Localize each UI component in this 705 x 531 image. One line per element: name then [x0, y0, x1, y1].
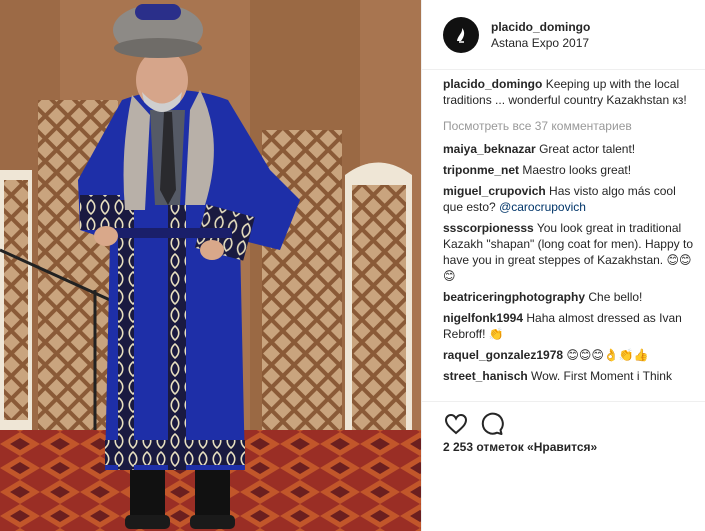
comment-item: street_hanisch Wow. First Moment i Think	[443, 368, 699, 384]
comment-emoji: 👏	[488, 327, 504, 341]
comment-username[interactable]: miguel_crupovich	[443, 184, 546, 198]
comment-text: Great actor talent!	[539, 142, 636, 156]
comment-item: triponme_net Maestro looks great!	[443, 162, 699, 178]
comment-username[interactable]: nigelfonk1994	[443, 311, 523, 325]
comment-text: Che bello!	[588, 290, 643, 304]
likes-count[interactable]: 2 253 отметок «Нравится»	[443, 440, 597, 454]
comment-item: miguel_crupovich Has visto algo más cool…	[443, 183, 699, 215]
comment-username[interactable]: street_hanisch	[443, 369, 528, 383]
comment-text: Maestro looks great!	[522, 163, 632, 177]
comment-item: nigelfonk1994 Haha almost dressed as Iva…	[443, 310, 699, 342]
comment-mention[interactable]: @carocrupovich	[499, 200, 586, 214]
comment-text: Wow. First Moment i Think	[531, 369, 672, 383]
comment-item: maiya_beknazar Great actor talent!	[443, 141, 699, 157]
comment-item: ssscorpionesss You look great in traditi…	[443, 220, 699, 284]
comment-username[interactable]: ssscorpionesss	[443, 221, 534, 235]
comment-item: beatriceringphotography Che bello!	[443, 289, 699, 305]
post-username[interactable]: placido_domingo	[491, 19, 590, 35]
comment-username[interactable]: beatriceringphotography	[443, 290, 585, 304]
post-photo[interactable]	[0, 0, 421, 531]
like-button[interactable]	[440, 408, 472, 440]
speech-bubble-icon	[481, 412, 504, 435]
view-all-comments-link[interactable]: Посмотреть все 37 комментариев	[443, 118, 699, 134]
caption: placido_domingo Keeping up with the loca…	[443, 76, 699, 108]
photo-illustration	[0, 0, 421, 531]
comment-username[interactable]: raquel_gonzalez1978	[443, 348, 563, 362]
caption-username[interactable]: placido_domingo	[443, 77, 542, 91]
post-header: placido_domingo Astana Expo 2017	[422, 0, 705, 70]
comments-list[interactable]: placido_domingo Keeping up with the loca…	[443, 76, 699, 400]
avatar-icon[interactable]	[443, 16, 479, 53]
post-sidebar: placido_domingo Astana Expo 2017 placido…	[421, 0, 705, 531]
comment-username[interactable]: triponme_net	[443, 163, 519, 177]
comment-emoji: 😊😊😊👌👏👍	[566, 348, 649, 362]
comment-button[interactable]	[476, 408, 508, 440]
post-location[interactable]: Astana Expo 2017	[491, 35, 590, 51]
heart-icon	[444, 413, 468, 435]
comment-item: raquel_gonzalez1978 😊😊😊👌👏👍	[443, 347, 699, 363]
comment-username[interactable]: maiya_beknazar	[443, 142, 536, 156]
